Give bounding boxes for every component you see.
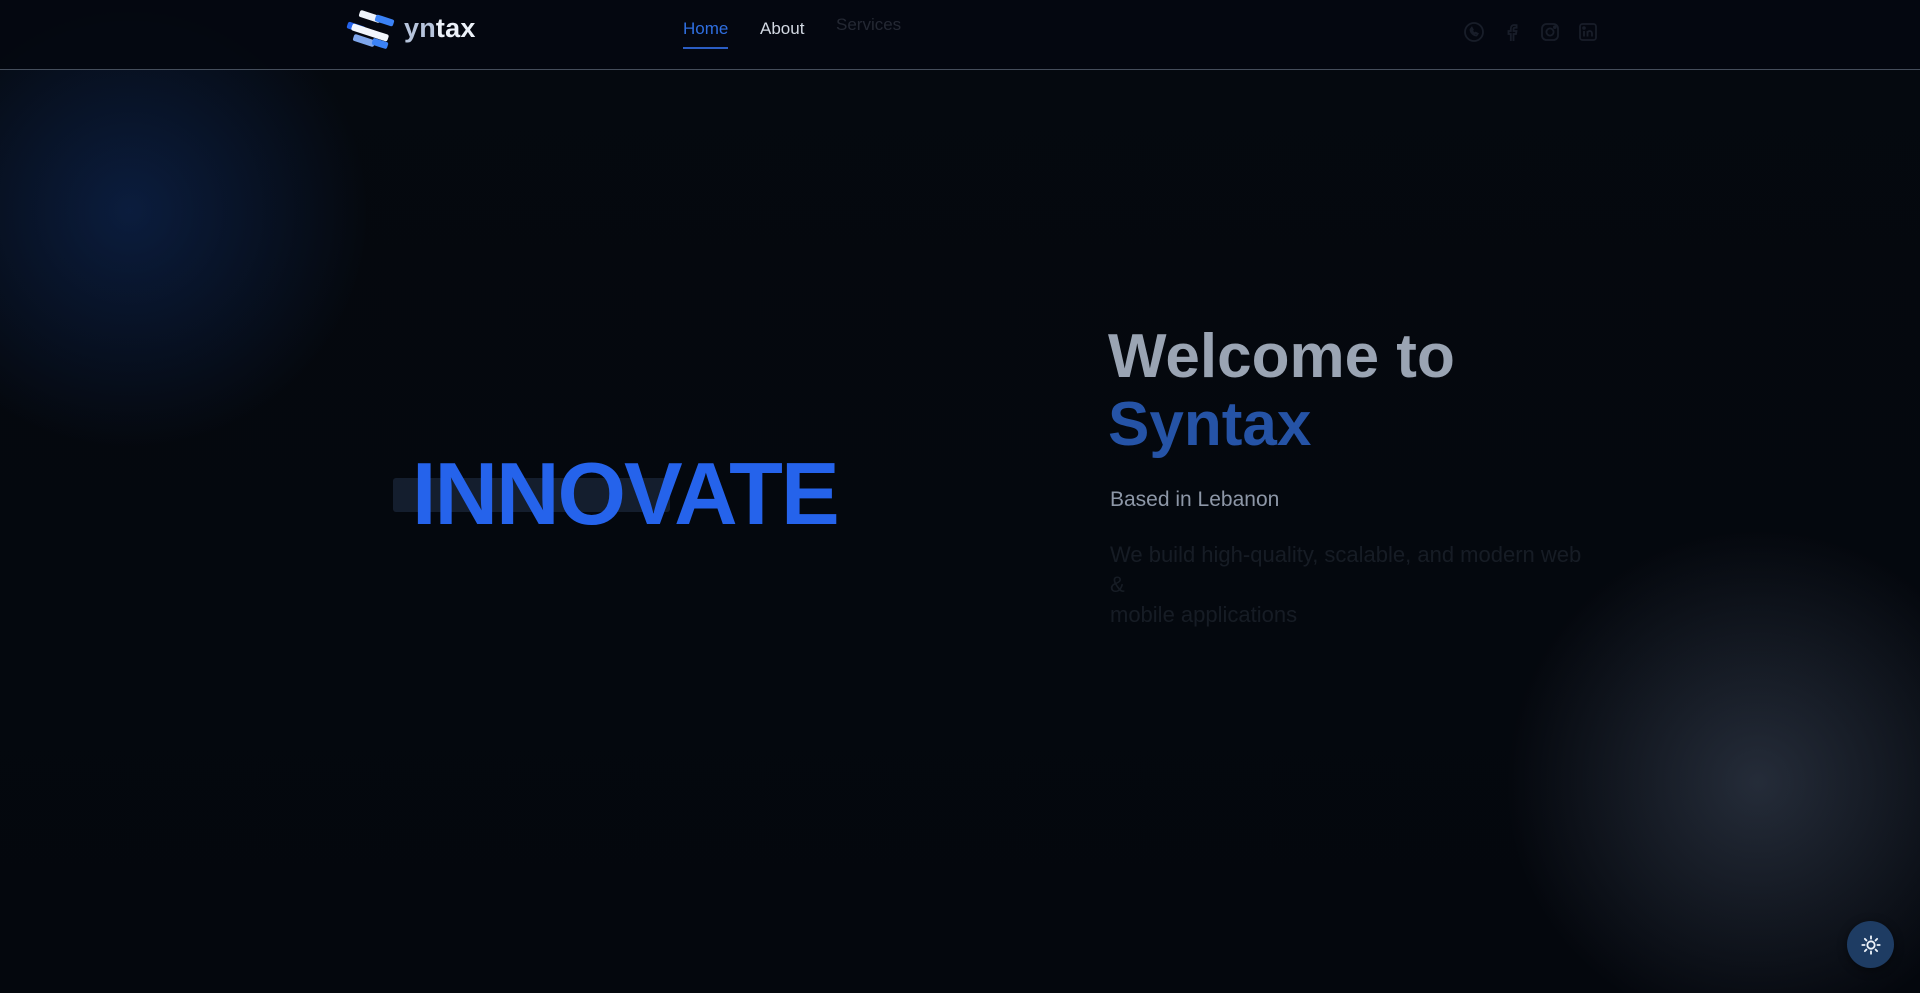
syntax-s-logo-icon (344, 4, 396, 52)
logo-text-suffix: tax (436, 13, 476, 43)
logo-text: yntax (404, 4, 476, 52)
sun-icon (1860, 934, 1882, 956)
logo-text-prefix: yn (404, 13, 436, 43)
hero-headline: INNOVATE (412, 450, 838, 538)
whatsapp-icon[interactable] (1462, 20, 1486, 44)
page: yntax Home About Services INNOVATE Welco… (0, 0, 1920, 993)
hero-description-line1: We build high-quality, scalable, and mod… (1110, 540, 1590, 600)
facebook-icon[interactable] (1500, 20, 1524, 44)
social-links (1462, 20, 1600, 44)
logo[interactable]: yntax (344, 4, 476, 52)
hero-section: INNOVATE Welcome to Syntax Based in Leba… (0, 69, 1920, 993)
theme-toggle-button[interactable] (1847, 921, 1894, 968)
welcome-heading-brand: Syntax (1108, 391, 1455, 459)
nav-item-services[interactable]: Services (836, 15, 901, 35)
nav-item-home[interactable]: Home (683, 19, 728, 49)
hero-description: We build high-quality, scalable, and mod… (1110, 540, 1590, 630)
instagram-icon[interactable] (1538, 20, 1562, 44)
header: yntax Home About Services (0, 0, 1920, 70)
welcome-heading-line1: Welcome to (1108, 323, 1455, 391)
linkedin-icon[interactable] (1576, 20, 1600, 44)
location-text: Based in Lebanon (1110, 486, 1279, 514)
welcome-heading: Welcome to Syntax (1108, 323, 1455, 459)
nav-item-about[interactable]: About (760, 19, 804, 39)
hero-description-line2: mobile applications (1110, 600, 1590, 630)
